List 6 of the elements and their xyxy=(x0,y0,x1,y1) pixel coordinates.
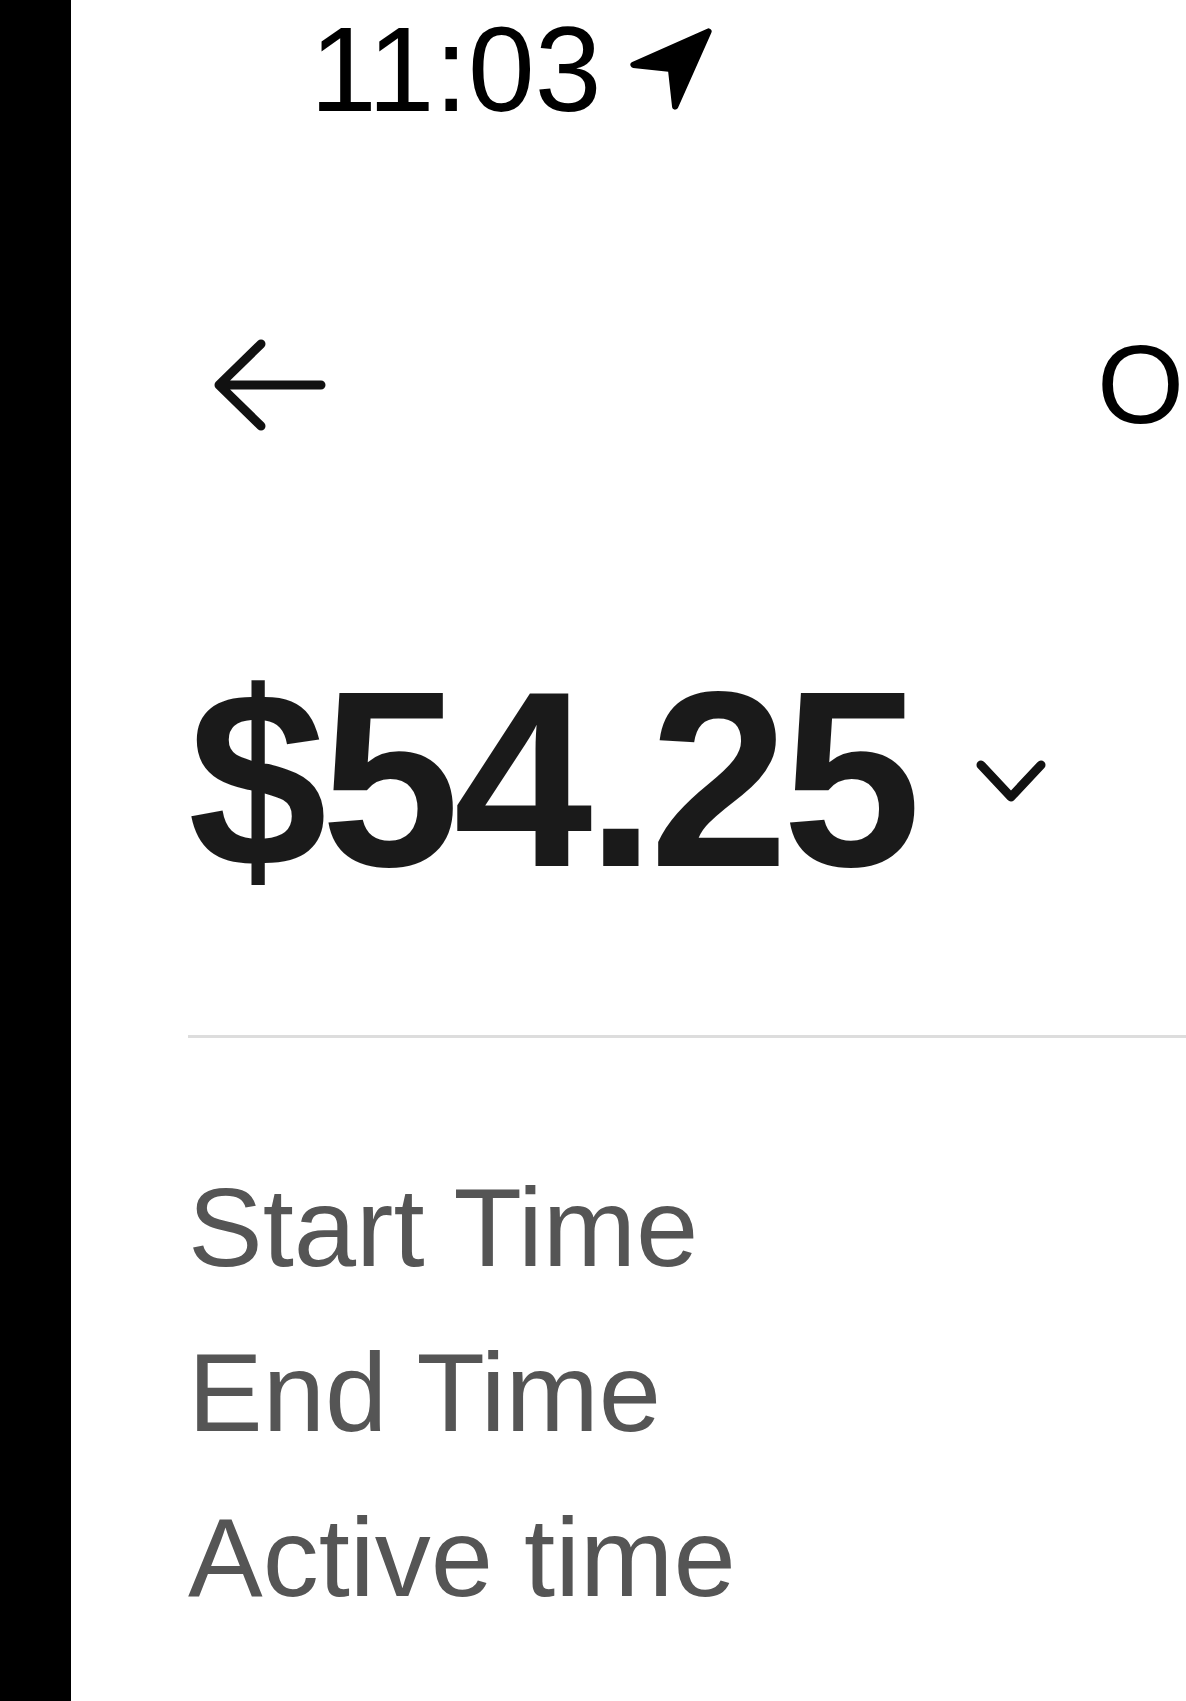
detail-label: Active time xyxy=(188,1498,737,1618)
amount-value: $54.25 xyxy=(188,655,916,905)
status-time: 11:03 xyxy=(310,9,602,129)
detail-label: End Time xyxy=(188,1333,663,1453)
page-title: O xyxy=(1096,329,1184,441)
detail-label: Start Time xyxy=(188,1168,700,1288)
